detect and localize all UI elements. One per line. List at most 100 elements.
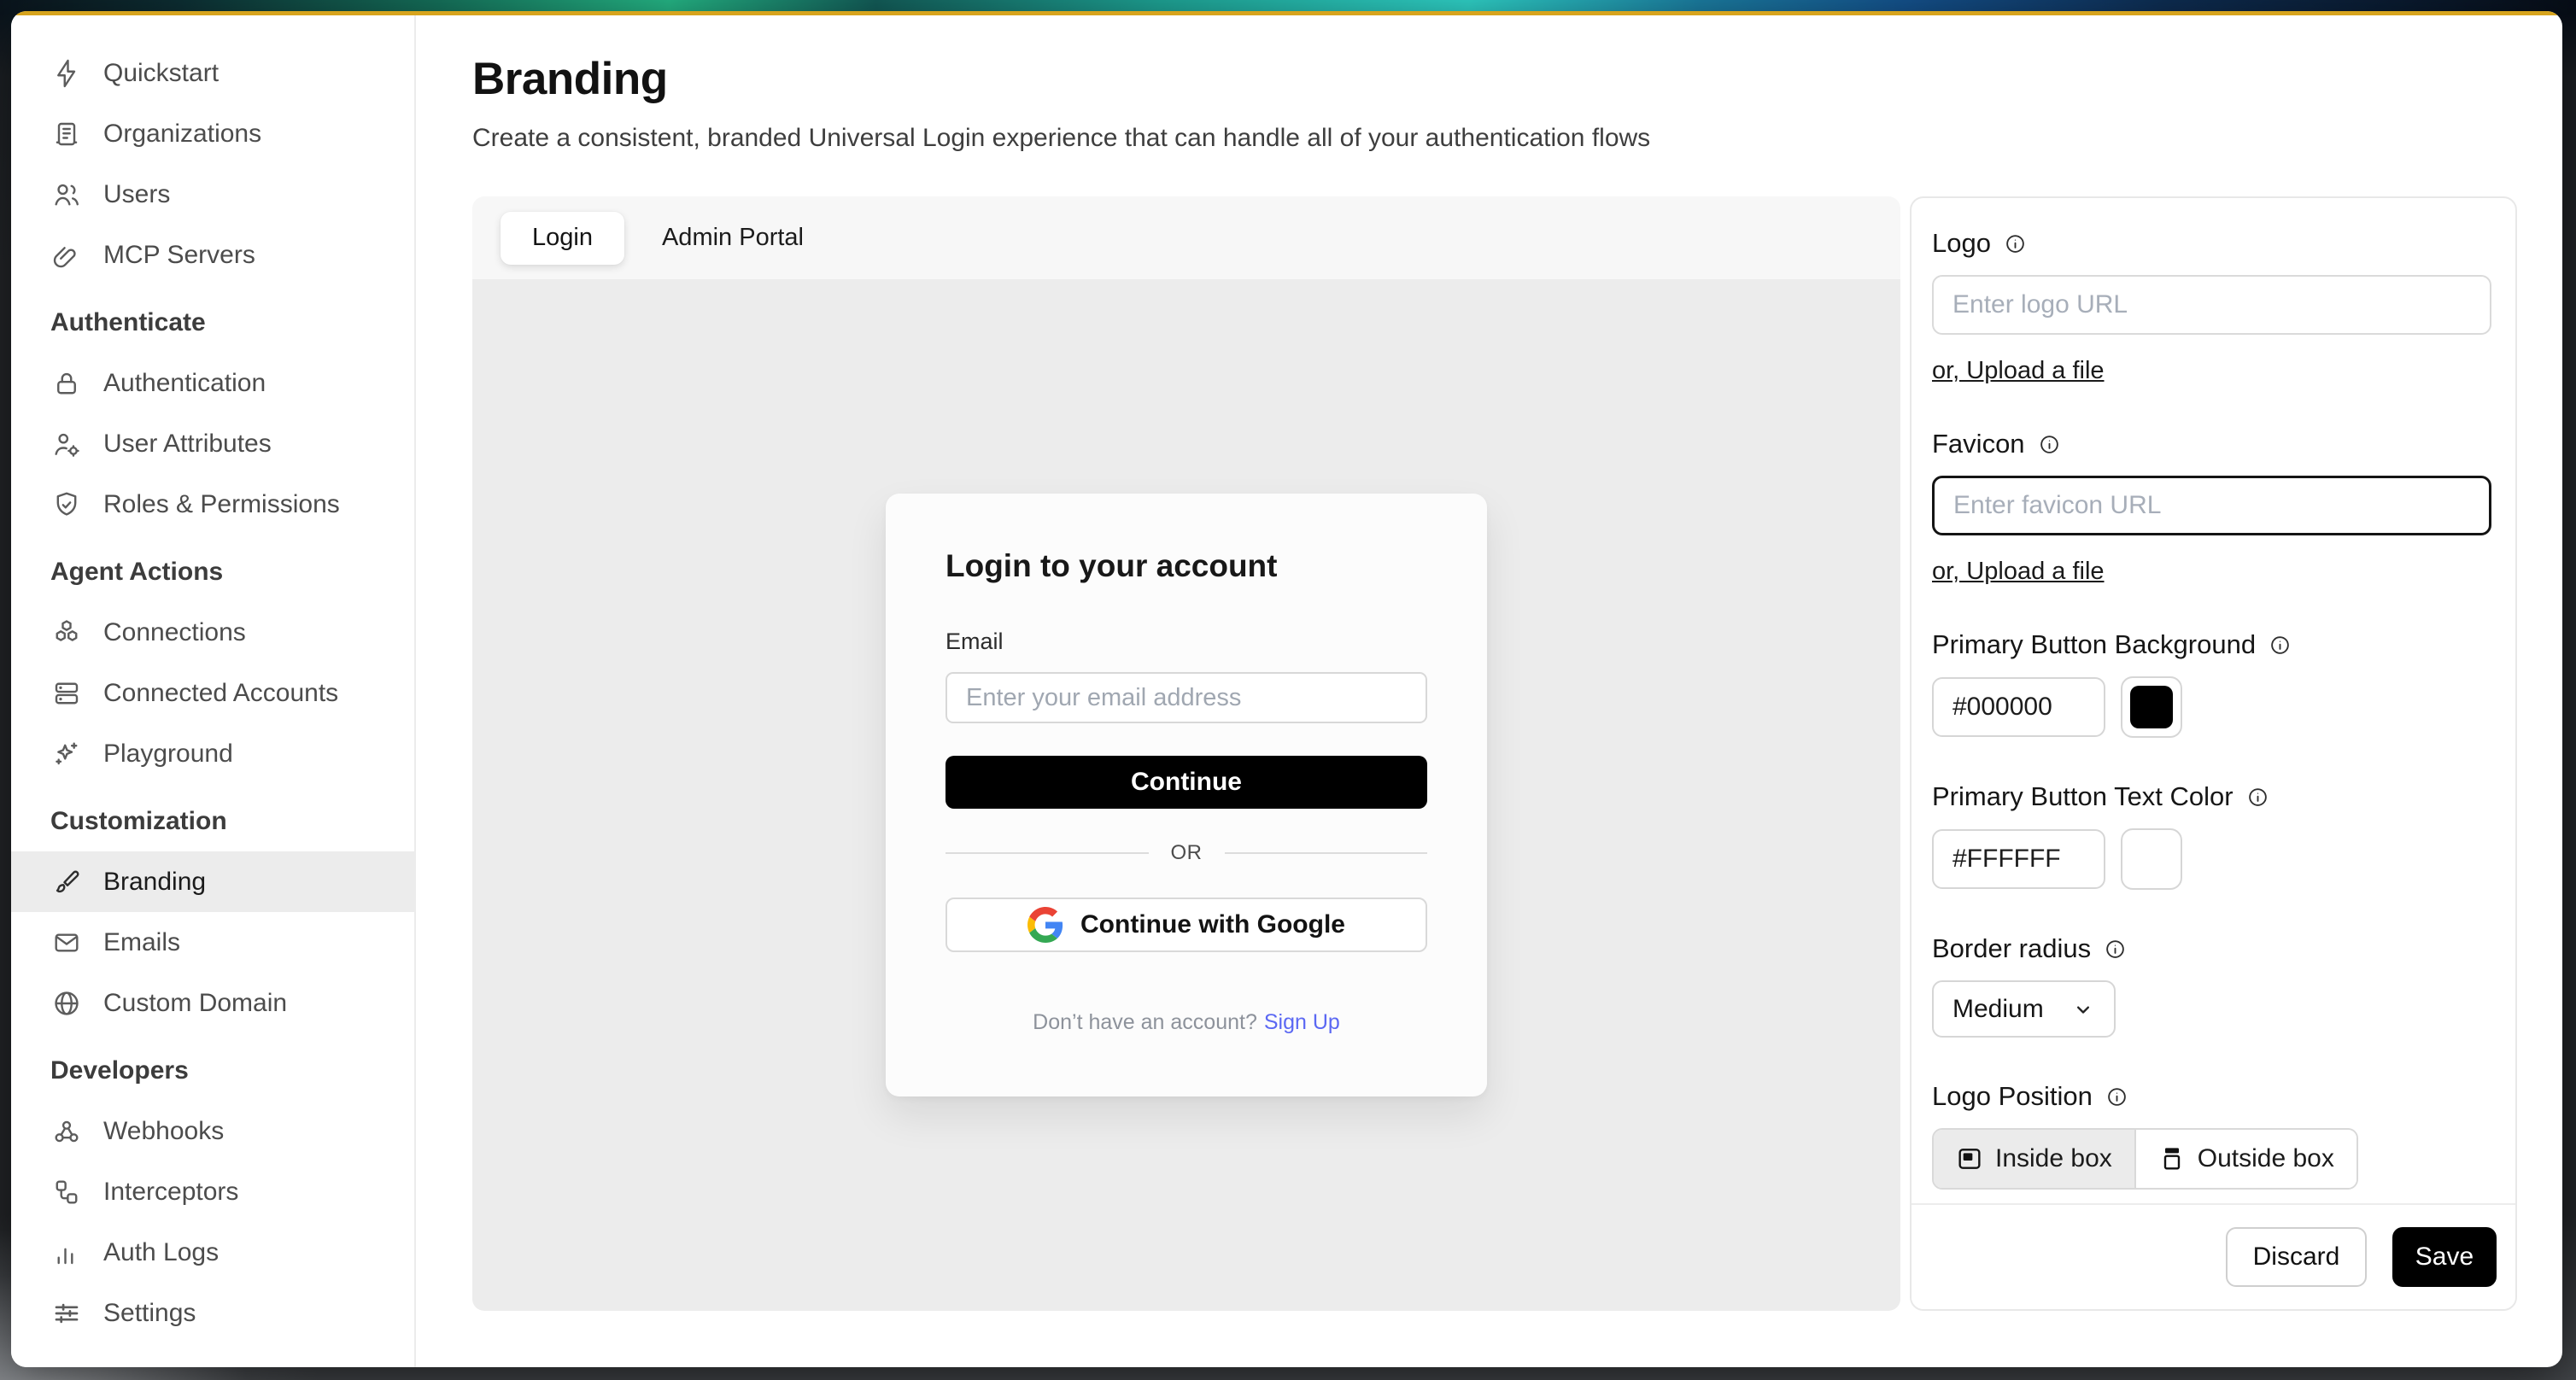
primary-button-text-color-label-row: Primary Button Text Color xyxy=(1932,782,2491,811)
tab-login[interactable]: Login xyxy=(501,212,624,265)
or-divider-label: OR xyxy=(1171,841,1203,865)
cubes-icon xyxy=(50,617,83,649)
primary-button-background-label: Primary Button Background xyxy=(1932,630,2256,659)
favicon-label: Favicon xyxy=(1932,430,2025,459)
sparkles-icon xyxy=(50,738,83,770)
sidebar-item-connected-accounts[interactable]: Connected Accounts xyxy=(11,663,414,723)
brush-icon xyxy=(50,866,83,898)
logo-position-inside-box-option[interactable]: Inside box xyxy=(1934,1130,2136,1188)
sidebar-item-connections[interactable]: Connections xyxy=(11,602,414,663)
no-account-text: Don’t have an account? xyxy=(1033,1010,1257,1034)
login-preview-card: Login to your account Email Continue OR xyxy=(886,494,1487,1096)
logo-label: Logo xyxy=(1932,229,1991,258)
continue-with-google-button[interactable]: Continue with Google xyxy=(946,898,1427,952)
login-card-footer: Don’t have an account? Sign Up xyxy=(946,1010,1427,1035)
shield-check-icon xyxy=(50,488,83,521)
sidebar-item-users[interactable]: Users xyxy=(11,164,414,225)
zap-icon xyxy=(50,57,83,90)
info-icon[interactable] xyxy=(2106,1086,2128,1108)
sidebar-item-label: MCP Servers xyxy=(103,241,255,270)
primary-button-text-color-hex-input[interactable] xyxy=(1932,829,2105,889)
building-icon xyxy=(50,118,83,150)
outside-box-icon xyxy=(2158,1145,2186,1172)
sidebar-item-label: Connections xyxy=(103,618,246,647)
sidebar-item-quickstart[interactable]: Quickstart xyxy=(11,43,414,103)
sidebar-item-label: Settings xyxy=(103,1299,196,1328)
page-subtitle: Create a consistent, branded Universal L… xyxy=(472,121,2517,155)
page-title: Branding xyxy=(472,53,2517,106)
border-radius-label: Border radius xyxy=(1932,934,2091,963)
primary-button-background-swatch[interactable] xyxy=(2121,676,2182,738)
favicon-url-input[interactable] xyxy=(1932,476,2491,535)
desktop-background: Quickstart Organizations Users MCP Serve… xyxy=(0,0,2576,1380)
sidebar-item-label: Webhooks xyxy=(103,1117,224,1146)
info-icon[interactable] xyxy=(2039,434,2060,455)
globe-icon xyxy=(50,987,83,1020)
logo-position-segmented-control: Inside box Outside box xyxy=(1932,1128,2358,1190)
user-gear-icon xyxy=(50,428,83,460)
sidebar-item-auth-logs[interactable]: Auth Logs xyxy=(11,1222,414,1283)
sidebar-item-custom-domain[interactable]: Custom Domain xyxy=(11,973,414,1033)
inside-box-icon xyxy=(1956,1145,1983,1172)
info-icon[interactable] xyxy=(2005,233,2026,254)
border-radius-select[interactable]: Medium xyxy=(1932,980,2116,1038)
settings-footer: Discard Save xyxy=(1912,1203,2515,1309)
primary-button-background-label-row: Primary Button Background xyxy=(1932,630,2491,659)
app-window: Quickstart Organizations Users MCP Serve… xyxy=(11,11,2562,1367)
sidebar-item-label: Quickstart xyxy=(103,59,219,88)
email-field[interactable] xyxy=(946,672,1427,723)
email-label: Email xyxy=(946,629,1427,655)
or-divider: OR xyxy=(946,841,1427,865)
lock-icon xyxy=(50,367,83,400)
sidebar-section-customization: Customization xyxy=(11,791,414,851)
primary-button-text-color-swatch[interactable] xyxy=(2121,828,2182,890)
sidebar-item-interceptors[interactable]: Interceptors xyxy=(11,1161,414,1222)
info-icon[interactable] xyxy=(2247,786,2269,808)
sidebar-item-label: Connected Accounts xyxy=(103,679,338,708)
logo-url-input[interactable] xyxy=(1932,275,2491,335)
sidebar-item-roles-permissions[interactable]: Roles & Permissions xyxy=(11,474,414,535)
sidebar-item-label: Roles & Permissions xyxy=(103,490,340,519)
sidebar-item-mcp-servers[interactable]: MCP Servers xyxy=(11,225,414,285)
sidebar-section-agent-actions: Agent Actions xyxy=(11,541,414,602)
sidebar-item-label: Branding xyxy=(103,868,206,897)
logo-position-label: Logo Position xyxy=(1932,1082,2093,1111)
sidebar-item-label: Users xyxy=(103,180,170,209)
sidebar-item-user-attributes[interactable]: User Attributes xyxy=(11,413,414,474)
logo-position-outside-box-option[interactable]: Outside box xyxy=(2136,1130,2356,1188)
sidebar-section-developers: Developers xyxy=(11,1040,414,1101)
sidebar-item-branding[interactable]: Branding xyxy=(11,851,414,912)
preview-tab-bar: Login Admin Portal xyxy=(472,196,1900,279)
sidebar-section-authenticate: Authenticate xyxy=(11,292,414,353)
save-button[interactable]: Save xyxy=(2392,1227,2497,1287)
sidebar-item-label: Authentication xyxy=(103,369,266,398)
sidebar-item-label: Emails xyxy=(103,928,180,957)
users-icon xyxy=(50,178,83,211)
sidebar-item-authentication[interactable]: Authentication xyxy=(11,353,414,413)
sidebar-item-playground[interactable]: Playground xyxy=(11,723,414,784)
paperclip-icon xyxy=(50,239,83,272)
sidebar: Quickstart Organizations Users MCP Serve… xyxy=(11,15,416,1367)
sliders-icon xyxy=(50,1297,83,1330)
sign-up-link[interactable]: Sign Up xyxy=(1264,1010,1340,1034)
tab-admin-portal[interactable]: Admin Portal xyxy=(662,224,804,252)
sidebar-item-settings[interactable]: Settings xyxy=(11,1283,414,1343)
sidebar-item-organizations[interactable]: Organizations xyxy=(11,103,414,164)
branding-preview-panel: Login Admin Portal Login to your account… xyxy=(472,196,1900,1311)
sidebar-item-emails[interactable]: Emails xyxy=(11,912,414,973)
sidebar-item-label: Playground xyxy=(103,740,233,769)
login-preview-area: Login to your account Email Continue OR xyxy=(472,279,1900,1311)
google-icon xyxy=(1027,907,1063,943)
sidebar-item-label: Organizations xyxy=(103,120,261,149)
info-icon[interactable] xyxy=(2269,634,2291,656)
info-icon[interactable] xyxy=(2105,939,2126,960)
continue-button[interactable]: Continue xyxy=(946,756,1427,809)
sidebar-item-webhooks[interactable]: Webhooks xyxy=(11,1101,414,1161)
logo-upload-link[interactable]: or, Upload a file xyxy=(1932,357,2105,385)
favicon-upload-link[interactable]: or, Upload a file xyxy=(1932,558,2105,586)
segment-label: Outside box xyxy=(2198,1144,2334,1173)
primary-button-background-hex-input[interactable] xyxy=(1932,677,2105,737)
google-button-label: Continue with Google xyxy=(1080,910,1345,939)
discard-button[interactable]: Discard xyxy=(2226,1227,2367,1287)
logo-field-label-row: Logo xyxy=(1932,229,2491,258)
